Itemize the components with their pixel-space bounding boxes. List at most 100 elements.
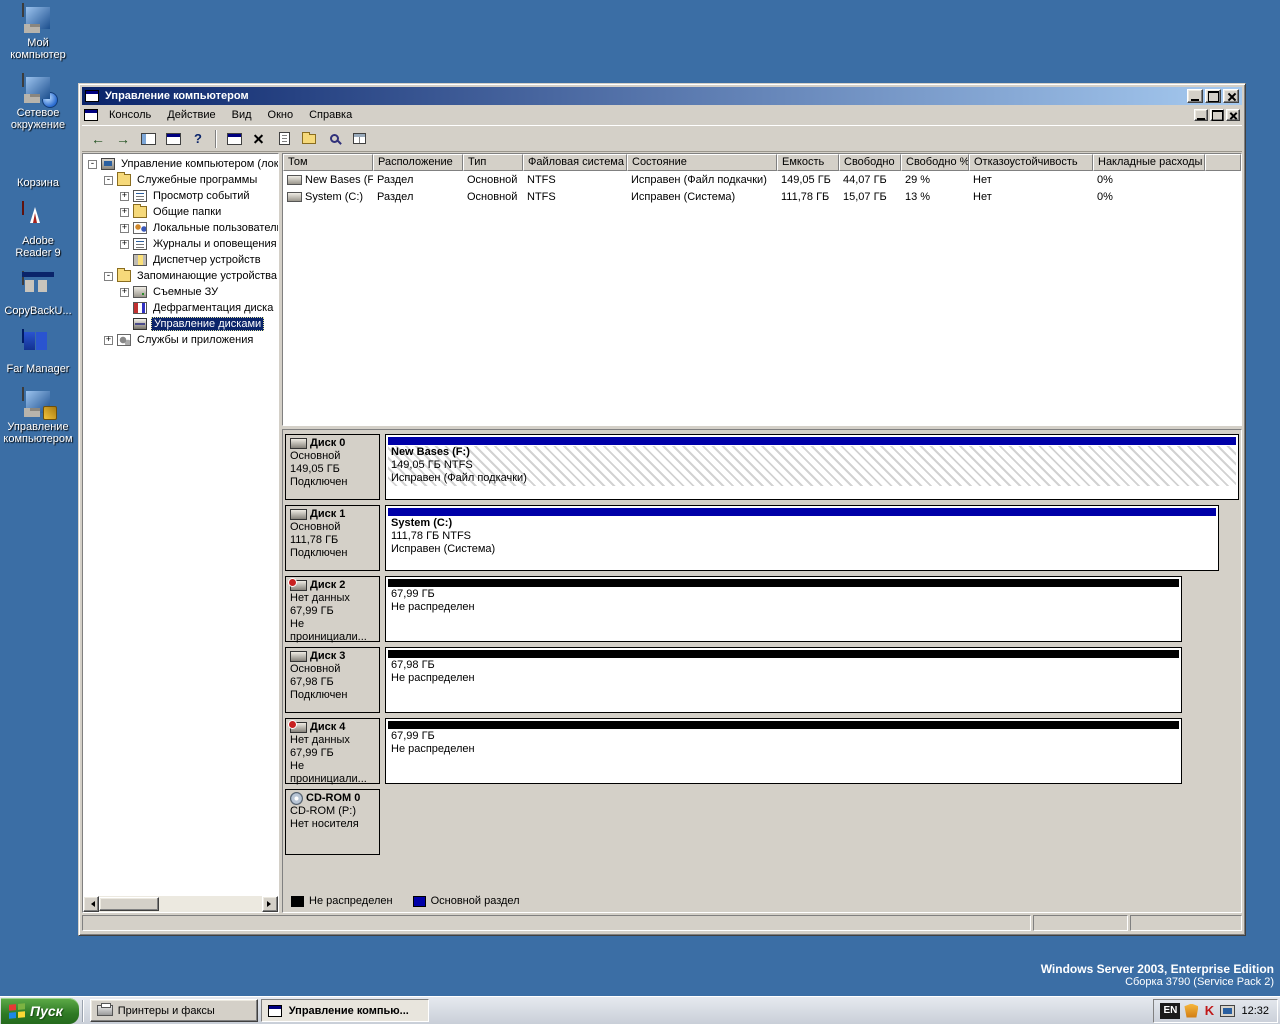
volume-list-header: Том Расположение Тип Файловая система Со… [283,154,1241,171]
back-button[interactable]: ← [86,128,110,150]
disk-3-info[interactable]: Диск 3 Основной 67,98 ГБ Подключен [285,647,380,713]
menu-help[interactable]: Справка [302,107,359,123]
desktop-icon-computer-management[interactable]: Управление компьютером [2,388,74,445]
refresh-button[interactable] [222,128,246,150]
menu-action[interactable]: Действие [160,107,222,123]
expand-icon[interactable]: + [120,224,129,233]
start-button[interactable]: Пуск [1,998,79,1024]
legend-unallocated: Не распределен [291,895,393,907]
mdi-restore-button[interactable] [1210,109,1224,121]
desktop-icon-recycle-bin[interactable]: Корзина [2,144,74,189]
volume-row-c[interactable]: System (C:) Раздел Основной NTFS Исправе… [283,188,1241,205]
language-indicator[interactable]: EN [1160,1003,1180,1019]
collapse-icon[interactable]: - [88,160,97,169]
tree-item-shared-folders[interactable]: + Общие папки [85,204,278,220]
export-list-button[interactable] [161,128,185,150]
window-title: Управление компьютером [105,90,249,102]
column-header-type[interactable]: Тип [463,154,523,171]
desktop-icon-copybackup[interactable]: CopyBackU... [2,272,74,317]
views-grid-icon [353,133,366,144]
tree-item-services[interactable]: + Службы и приложения [85,332,278,348]
antivirus-icon[interactable]: K [1202,1004,1216,1018]
column-header-capacity[interactable]: Емкость [777,154,839,171]
tree-item-system-tools[interactable]: - Служебные программы [85,172,278,188]
security-shield-icon[interactable] [1184,1004,1198,1018]
expand-icon[interactable]: + [104,336,113,345]
horizontal-scrollbar[interactable] [83,896,278,912]
defragmenter-icon [133,302,147,314]
scrollbar-thumb[interactable] [99,897,159,911]
partition-c[interactable]: System (C:) 111,78 ГБ NTFS Исправен (Сис… [385,505,1219,571]
tree-item-computer-management[interactable]: - Управление компьютером (локал [85,156,278,172]
tree-item-device-manager[interactable]: Диспетчер устройств [85,252,278,268]
unallocated-space[interactable]: 67,99 ГБ Не распределен [385,718,1182,784]
cdrom-info[interactable]: CD-ROM 0 CD-ROM (P:) Нет носителя [285,789,380,855]
desktop-icon-my-computer[interactable]: Мой компьютер [2,4,74,61]
disk-0-info[interactable]: Диск 0 Основной 149,05 ГБ Подключен [285,434,380,500]
find-button[interactable] [322,128,346,150]
scroll-left-icon [88,901,95,907]
network-status-icon[interactable] [1220,1005,1235,1017]
desktop-icon-far-manager[interactable]: Far Manager [2,330,74,375]
menu-console[interactable]: Консоль [102,107,158,123]
menu-view[interactable]: Вид [225,107,259,123]
collapse-icon[interactable]: - [104,272,113,281]
task-button-printers[interactable]: Принтеры и факсы [90,999,258,1022]
help-button[interactable]: ? [186,128,210,150]
tree-item-disk-management[interactable]: Управление дисками [85,316,278,332]
unallocated-space[interactable]: 67,99 ГБ Не распределен [385,576,1182,642]
tree-item-performance-logs[interactable]: + Журналы и оповещения пр [85,236,278,252]
partition-color-band [388,437,1236,445]
desktop-icon-network[interactable]: Сетевое окружение [2,74,74,131]
column-header-status[interactable]: Состояние [627,154,777,171]
column-header-overhead[interactable]: Накладные расходы [1093,154,1205,171]
scroll-right-button[interactable] [262,896,278,912]
disk-4-info[interactable]: Диск 4 Нет данных 67,99 ГБ Не проинициал… [285,718,380,784]
expand-icon[interactable]: + [120,240,129,249]
collapse-icon[interactable]: - [104,176,113,185]
tree-item-event-viewer[interactable]: + Просмотр событий [85,188,278,204]
open-button[interactable] [297,128,321,150]
forward-button[interactable]: → [111,128,135,150]
expand-icon[interactable]: + [120,208,129,217]
menu-window[interactable]: Окно [261,107,301,123]
column-header-free[interactable]: Свободно [839,154,901,171]
desktop-icon-label: CopyBackU... [4,305,71,317]
show-tree-button[interactable] [136,128,160,150]
minimize-button[interactable] [1187,89,1203,103]
column-header-free-pct[interactable]: Свободно % [901,154,969,171]
title-bar[interactable]: Управление компьютером [82,87,1242,105]
tree-item-defragmenter[interactable]: Дефрагментация диска [85,300,278,316]
views-button[interactable] [347,128,371,150]
expand-icon[interactable]: + [120,288,129,297]
column-header-volume[interactable]: Том [283,154,373,171]
tree-item-local-users[interactable]: + Локальные пользователи [85,220,278,236]
maximize-button[interactable] [1205,89,1221,103]
partition-f[interactable]: New Bases (F:) 149,05 ГБ NTFS Исправен (… [385,434,1239,500]
desktop-icon-adobe-reader[interactable]: Adobe Reader 9 [2,202,74,259]
column-header-layout[interactable]: Расположение [373,154,463,171]
close-button[interactable] [1223,89,1239,103]
tree-item-storage[interactable]: - Запоминающие устройства [85,268,278,284]
volume-row-f[interactable]: New Bases (F:) Раздел Основной NTFS Испр… [283,171,1241,188]
device-manager-icon [133,254,147,266]
delete-x-icon [253,133,265,145]
column-header-filesystem[interactable]: Файловая система [523,154,627,171]
disk-error-icon [290,722,307,733]
disk-1-info[interactable]: Диск 1 Основной 111,78 ГБ Подключен [285,505,380,571]
task-button-computer-management[interactable]: Управление компью... [261,999,429,1022]
disk-2-info[interactable]: Диск 2 Нет данных 67,99 ГБ Не проинициал… [285,576,380,642]
desktop-icon-list: Мой компьютер Сетевое окружение Корзина … [2,4,74,445]
scrollbar-track[interactable] [159,896,262,912]
mdi-close-button[interactable] [1226,109,1240,121]
mdi-minimize-button[interactable] [1194,109,1208,121]
delete-button[interactable] [247,128,271,150]
help-icon: ? [194,131,202,146]
scroll-left-button[interactable] [83,896,99,912]
unallocated-space[interactable]: 67,98 ГБ Не распределен [385,647,1182,713]
properties-button[interactable] [272,128,296,150]
taskbar-clock[interactable]: 12:32 [1239,1005,1269,1017]
tree-item-removable-storage[interactable]: + Съемные ЗУ [85,284,278,300]
column-header-fault-tolerance[interactable]: Отказоустойчивость [969,154,1093,171]
expand-icon[interactable]: + [120,192,129,201]
